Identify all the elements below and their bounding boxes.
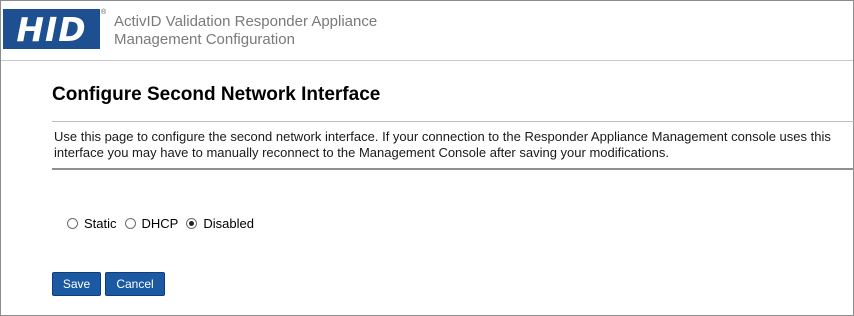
page-description: Use this page to configure the second ne… [52,121,854,170]
radio-disabled-label[interactable]: Disabled [203,216,254,231]
save-button[interactable]: Save [52,272,101,296]
network-mode-radio-group: Static DHCP Disabled [67,216,262,231]
app-title-line1: ActivID Validation Responder Appliance [114,13,378,30]
radio-static[interactable] [67,218,78,229]
hid-logo: HID [3,9,100,49]
cancel-button[interactable]: Cancel [105,272,165,296]
radio-dhcp[interactable] [124,218,136,229]
radio-static-label[interactable]: Static [84,216,117,231]
window-frame: HID ® ActivID Validation Responder Appli… [0,0,854,316]
radio-disabled[interactable] [186,218,198,229]
radio-dhcp-label[interactable]: DHCP [142,216,179,231]
radio-option-static[interactable]: Static [67,216,117,231]
description-line1: Use this page to configure the second ne… [54,129,831,144]
description-line2: interface you may have to manually recon… [54,145,669,160]
app-title: ActivID Validation Responder Appliance M… [114,13,377,49]
registered-mark: ® [101,9,107,16]
radio-option-dhcp[interactable]: DHCP [124,216,179,231]
page-title: Configure Second Network Interface [52,84,381,105]
app-title-line2: Management Configuration [114,31,295,48]
app-header: HID ® ActivID Validation Responder Appli… [1,1,853,61]
radio-option-disabled[interactable]: Disabled [186,216,254,231]
logo-text: HID [16,9,87,49]
